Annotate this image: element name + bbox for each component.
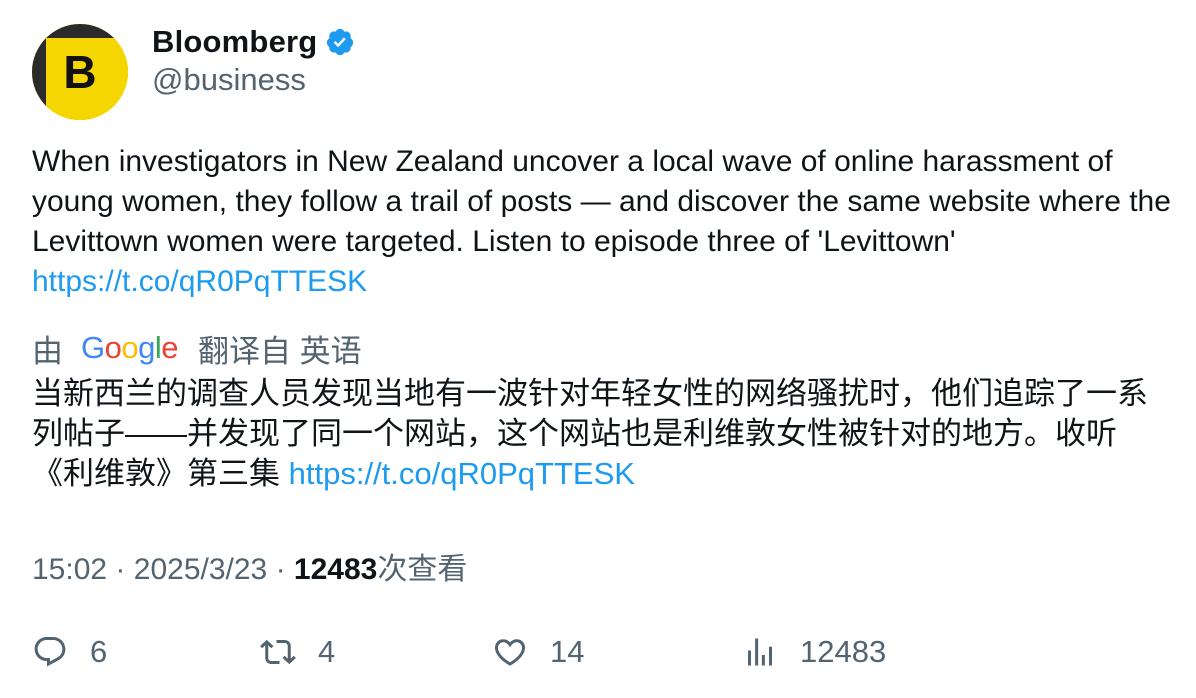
tweet-text: When investigators in New Zealand uncove… — [32, 142, 1172, 302]
action-bar: 6 4 14 12483 — [32, 630, 1172, 674]
translation-suffix: 翻译自 英语 — [198, 333, 362, 369]
meta-separator: · — [115, 553, 126, 586]
reply-button[interactable]: 6 — [32, 630, 107, 674]
translation-attribution[interactable]: 由 Google 翻译自 英语 — [32, 326, 362, 370]
tweet-link[interactable]: https://t.co/qR0PqTTESK — [32, 265, 367, 298]
avatar[interactable]: B — [32, 24, 128, 120]
reply-count: 6 — [90, 634, 108, 669]
google-logo: Google — [81, 330, 179, 365]
name-row: Bloomberg — [152, 22, 355, 62]
analytics-icon — [748, 638, 772, 666]
tweet-body: When investigators in New Zealand uncove… — [32, 145, 1171, 258]
heart-icon — [494, 639, 526, 666]
like-button[interactable]: 14 — [492, 630, 584, 674]
tweet-time[interactable]: 15:02 — [32, 553, 107, 586]
retweet-count: 4 — [318, 634, 336, 669]
translated-link[interactable]: https://t.co/qR0PqTTESK — [289, 456, 635, 491]
retweet-icon — [260, 639, 296, 665]
bloomberg-logo-icon: B — [32, 24, 128, 120]
view-count: 12483 — [293, 553, 378, 586]
account-handle[interactable]: @business — [152, 62, 306, 98]
views-count: 12483 — [800, 634, 887, 669]
account-name[interactable]: Bloomberg — [152, 24, 317, 60]
views-button[interactable]: 12483 — [742, 630, 886, 674]
like-count: 14 — [550, 634, 585, 669]
translated-text: 当新西兰的调查人员发现当地有一波针对年轻女性的网络骚扰时，他们追踪了一系列帖子—… — [32, 374, 1172, 494]
reply-icon — [34, 637, 66, 667]
translation-prefix: 由 — [32, 333, 63, 369]
tweet-date[interactable]: 2025/3/23 — [134, 553, 267, 586]
meta-separator: · — [275, 553, 286, 586]
avatar-letter: B — [63, 46, 96, 98]
view-label: 次查看 — [377, 553, 468, 586]
verified-badge-icon — [327, 28, 354, 56]
tweet-meta: 15:02 · 2025/3/23 · 12483次查看 — [32, 544, 467, 588]
retweet-button[interactable]: 4 — [260, 630, 335, 674]
